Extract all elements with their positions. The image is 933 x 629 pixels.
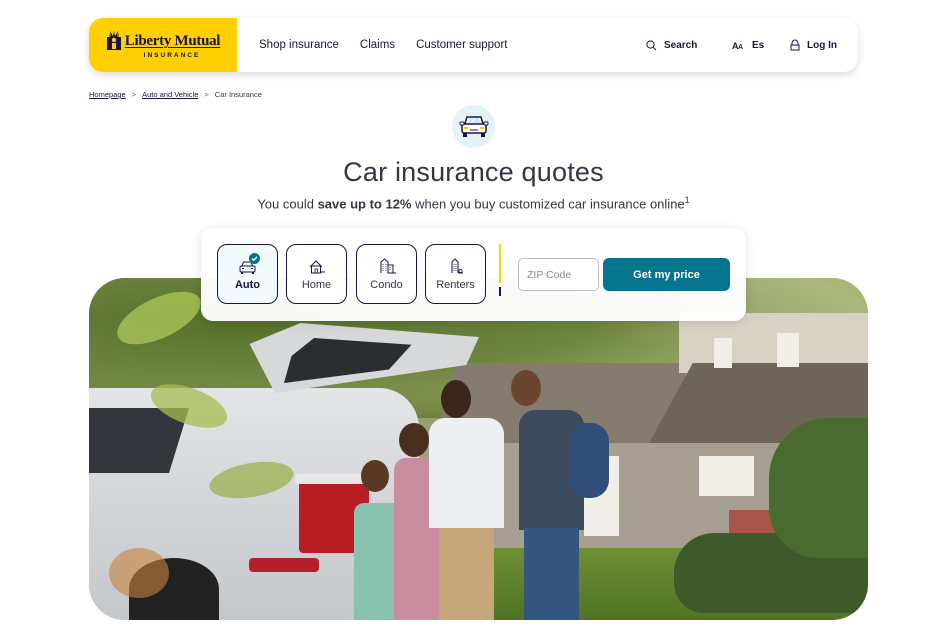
product-tile-renters[interactable]: Renters xyxy=(425,244,486,304)
nav-shop-insurance[interactable]: Shop insurance xyxy=(259,39,339,51)
nav-customer-support[interactable]: Customer support xyxy=(416,39,507,51)
subtitle-text: You could xyxy=(257,196,318,212)
hero-photo xyxy=(89,278,868,620)
product-label: Renters xyxy=(436,278,475,291)
search-icon xyxy=(646,39,657,50)
breadcrumb-current: Car Insurance xyxy=(214,90,262,99)
condo-building-icon xyxy=(380,257,396,273)
hero-icon-circle xyxy=(452,105,495,148)
login-button[interactable]: Log In xyxy=(790,18,837,72)
statue-of-liberty-icon xyxy=(106,31,121,50)
product-label: Condo xyxy=(370,278,403,291)
nav-claims[interactable]: Claims xyxy=(360,39,395,51)
main-nav: Shop insurance Claims Customer support xyxy=(259,39,507,51)
login-label: Log In xyxy=(807,39,837,51)
breadcrumb-homepage[interactable]: Homepage xyxy=(89,90,126,99)
logo[interactable]: Liberty Mutual INSURANCE xyxy=(89,18,237,72)
language-label: Es xyxy=(752,39,765,51)
language-button[interactable]: AA Es xyxy=(732,18,764,72)
lock-icon xyxy=(790,39,800,51)
product-tile-home[interactable]: Home xyxy=(286,244,347,304)
zip-code-input[interactable] xyxy=(518,258,599,291)
logo-brand: Liberty Mutual xyxy=(124,32,221,49)
breadcrumb-separator: > xyxy=(204,90,209,99)
search-button[interactable]: Search xyxy=(646,18,697,72)
checkmark-badge-icon xyxy=(248,252,260,264)
product-label: Auto xyxy=(234,278,261,291)
breadcrumb-auto-and-vehicle[interactable]: Auto and Vehicle xyxy=(142,90,198,99)
text-size-icon: AA xyxy=(732,41,743,50)
svg-text:A: A xyxy=(738,44,743,50)
house-icon xyxy=(309,259,325,273)
car-icon xyxy=(459,115,488,137)
logo-sub: INSURANCE xyxy=(143,52,201,59)
accent-divider xyxy=(499,244,501,283)
product-tile-auto[interactable]: Auto xyxy=(217,244,278,304)
page-title: Car insurance quotes xyxy=(343,157,604,187)
breadcrumb: Homepage > Auto and Vehicle > Car Insura… xyxy=(89,90,262,99)
product-tile-condo[interactable]: Condo xyxy=(356,244,417,304)
subtitle-savings: save up to 12% xyxy=(317,196,412,212)
quote-card: Auto Home Condo Renters Get my price xyxy=(201,228,746,321)
accent-divider-dark xyxy=(499,287,501,296)
renters-building-icon xyxy=(451,257,463,273)
footnote-link[interactable]: 1 xyxy=(685,195,690,205)
get-my-price-button[interactable]: Get my price xyxy=(603,258,730,291)
page-subtitle: You could save up to 12% when you buy cu… xyxy=(0,195,933,211)
site-header: Liberty Mutual INSURANCE Shop insurance … xyxy=(89,18,858,72)
subtitle-text-end: when you buy customized car insurance on… xyxy=(411,196,685,212)
search-label: Search xyxy=(664,39,698,51)
product-label: Home xyxy=(301,278,332,291)
breadcrumb-separator: > xyxy=(131,90,137,99)
